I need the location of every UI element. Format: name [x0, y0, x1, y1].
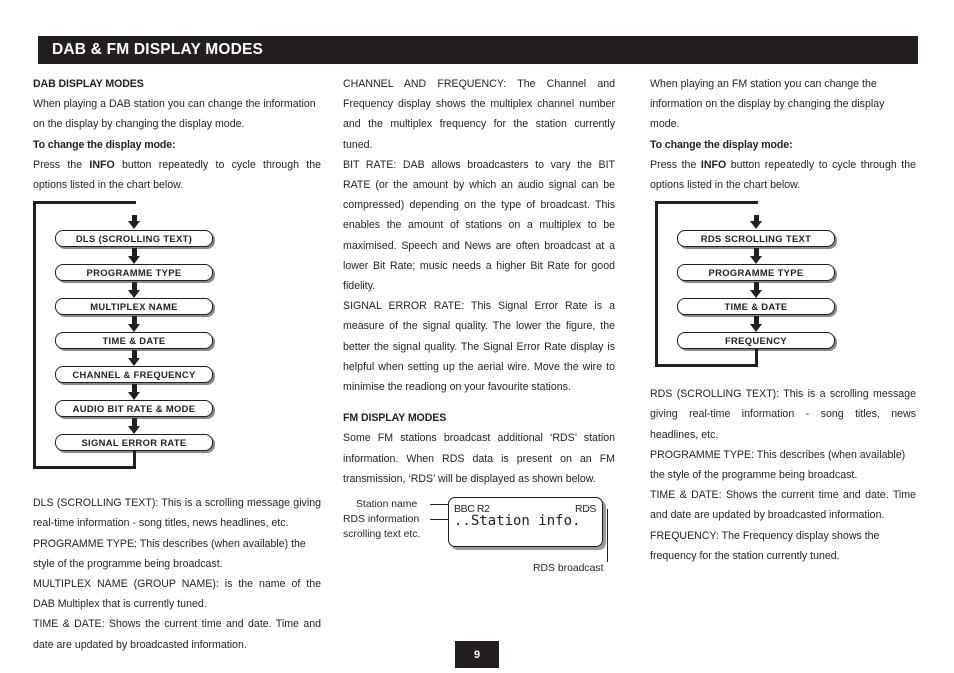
dab-flow-box-4: TIME & DATE	[55, 332, 213, 350]
fm-instruction-heading: To change the display mode:	[650, 138, 793, 151]
rds-display-illustration: Station name RDS information scrolling t…	[343, 489, 615, 585]
fm-loop-top	[655, 201, 758, 205]
fm-flow-box-label: RDS SCROLLING TEXT	[700, 232, 812, 244]
page-number-badge: 9	[455, 641, 499, 668]
dab-flow-box-6: AUDIO BIT RATE & MODE	[55, 400, 213, 418]
dab-display-modes-flowchart: DLS (SCROLLING TEXT) PROGRAMME TYPE MULTIP…	[33, 201, 321, 475]
column-right: When playing an FM station you can chang…	[650, 74, 916, 566]
fm-flow-box-label: PROGRAMME TYPE	[708, 266, 804, 278]
fm-flow-box-3: TIME & DATE	[677, 298, 835, 316]
dab-flow-box-label: DLS (SCROLLING TEXT)	[75, 232, 193, 244]
flow-arrow-stem	[131, 350, 137, 359]
dab-flow-box-label: CHANNEL & FREQUENCY	[72, 368, 196, 380]
callout-rds-information: RDS information	[343, 514, 420, 526]
dab-flow-box-1: DLS (SCROLLING TEXT)	[55, 230, 213, 248]
flow-arrow-stem	[131, 282, 137, 291]
fm-definition-frequency: FREQUENCY: The Frequency display shows t…	[650, 529, 880, 562]
dab-flow-box-7: SIGNAL ERROR RATE	[55, 434, 213, 452]
fm-loop-left	[655, 201, 658, 368]
flow-arrow-stem	[131, 316, 137, 325]
dab-flow-box-3: MULTIPLEX NAME	[55, 298, 213, 316]
leader-line-rds-broadcast	[607, 509, 609, 563]
page-number: 9	[473, 648, 481, 661]
channel-frequency-paragraph: CHANNEL AND FREQUENCY: The Channel and F…	[343, 78, 615, 151]
fm-definition-time-date: TIME & DATE: Shows the current time and …	[650, 489, 916, 522]
dab-loop-left	[33, 201, 36, 470]
dab-definition-multiplex-name: MULTIPLEX NAME (GROUP NAME): is the name…	[33, 578, 321, 611]
flow-arrow-stem	[131, 384, 137, 393]
dab-flow-box-label: AUDIO BIT RATE & MODE	[72, 402, 196, 414]
fm-definition-programme-type: PROGRAMME TYPE: This describes (when ava…	[650, 448, 906, 482]
fm-loop-bottom	[655, 364, 756, 368]
dab-instruction-pre: Press the	[33, 158, 90, 171]
page-header-bar: DAB & FM DISPLAY MODES	[38, 36, 918, 64]
fm-flow-box-2: PROGRAMME TYPE	[677, 264, 835, 282]
dab-instruction-heading: To change the display mode:	[33, 138, 176, 151]
dab-definition-programme-type: PROGRAMME TYPE: This describes (when ava…	[33, 537, 306, 570]
info-button-name: INFO	[89, 158, 115, 171]
flow-arrow-stem	[753, 282, 759, 291]
flow-arrow-stem	[753, 248, 759, 257]
callout-rds-scrolling-text: scrolling text etc.	[343, 529, 421, 541]
dab-loop-top	[33, 201, 136, 205]
dab-instruction-paragraph: Press the INFO button repeatedly to cycl…	[33, 155, 321, 195]
dab-section-heading: DAB DISPLAY MODES	[33, 78, 144, 90]
dab-loop-bottom	[33, 466, 134, 470]
callout-rds-broadcast: RDS broadcast	[533, 563, 604, 575]
dab-flow-box-label: MULTIPLEX NAME	[90, 300, 178, 312]
fm-section-heading: FM DISPLAY MODES	[343, 412, 447, 425]
fm-definition-rds: RDS (SCROLLING TEXT): This is a scrollin…	[650, 388, 916, 441]
dab-flow-box-2: PROGRAMME TYPE	[55, 264, 213, 282]
info-button-name-fm: INFO	[700, 158, 727, 171]
callout-station-name: Station name	[356, 499, 418, 511]
column-left: DAB DISPLAY MODES When playing a DAB sta…	[33, 74, 321, 655]
fm-instruction-pre: Press the	[650, 158, 701, 171]
fm-flow-box-4: FREQUENCY	[677, 332, 835, 350]
fm-intro-paragraph: Some FM stations broadcast additional ‘R…	[343, 432, 615, 485]
dab-definition-time-date: TIME & DATE: Shows the current time and …	[33, 618, 321, 651]
fm-flow-box-label: TIME & DATE	[724, 300, 788, 312]
leader-line-rds-information	[430, 519, 450, 521]
flow-arrow-stem	[753, 316, 759, 325]
dab-intro-paragraph: When playing a DAB station you can chang…	[33, 98, 316, 131]
fm-flow-box-label: FREQUENCY	[724, 334, 787, 346]
lcd-display-screen: BBC R2 RDS ..Station info.	[448, 497, 603, 548]
leader-line-station-name	[430, 504, 450, 506]
lcd-scrolling-text: ..Station info.	[454, 513, 581, 530]
flow-arrow-stem	[131, 418, 137, 427]
column-middle: CHANNEL AND FREQUENCY: The Channel and F…	[343, 74, 615, 585]
flow-arrow-stem	[131, 248, 137, 257]
fm-display-modes-flowchart: RDS SCROLLING TEXT PROGRAMME TYPE TIME & D…	[650, 201, 916, 373]
bit-rate-paragraph: BIT RATE: DAB allows broadcasters to var…	[343, 158, 615, 293]
dab-flow-box-5: CHANNEL & FREQUENCY	[55, 366, 213, 384]
dab-flow-box-label: TIME & DATE	[102, 334, 166, 346]
fm-flow-box-1: RDS SCROLLING TEXT	[677, 230, 835, 248]
dab-flow-box-label: SIGNAL ERROR RATE	[81, 436, 187, 448]
fm-instruction-paragraph: Press the INFO button repeatedly to cycl…	[650, 155, 916, 195]
dab-flow-box-label: PROGRAMME TYPE	[86, 266, 182, 278]
page-title: DAB & FM DISPLAY MODES	[52, 41, 264, 58]
dab-definition-dls: DLS (SCROLLING TEXT): This is a scrollin…	[33, 497, 321, 530]
signal-error-rate-paragraph: SIGNAL ERROR RATE: This Signal Error Rat…	[343, 300, 615, 394]
fm-intro-paragraph-right: When playing an FM station you can chang…	[650, 78, 885, 131]
